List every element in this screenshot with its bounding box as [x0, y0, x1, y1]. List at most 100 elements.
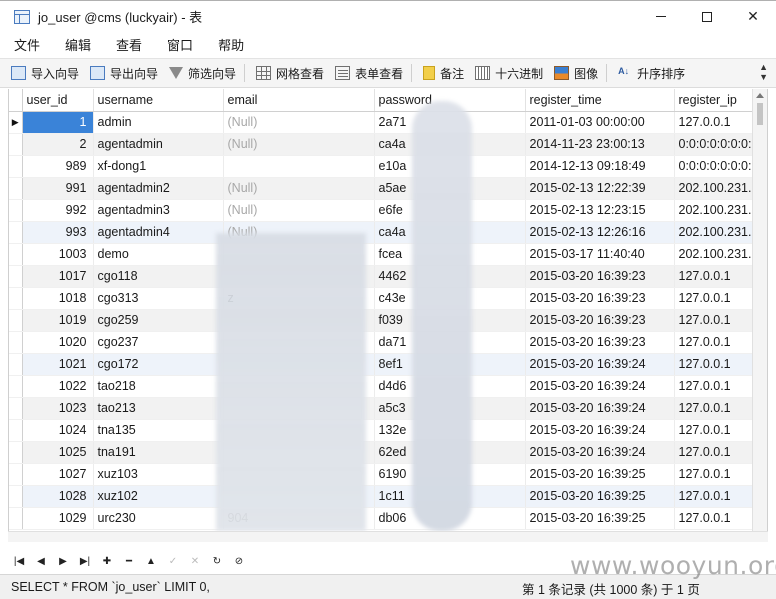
- cell-user-id[interactable]: 1027: [22, 463, 94, 486]
- cell-register-time[interactable]: 2015-03-20 16:39:24: [525, 441, 675, 464]
- cell-user-id[interactable]: 1018: [22, 287, 94, 310]
- cell-user-id[interactable]: 992: [22, 199, 94, 222]
- cell-register-time[interactable]: 2015-03-20 16:39:25: [525, 507, 675, 530]
- table-row[interactable]: 2 agentadmin (Null) ca4a 2014-11-23 23:00:13…: [9, 133, 767, 156]
- table-row[interactable]: 1021 cgo172 8ef1 2015-03-20 16:39:24 127.0.0…: [9, 353, 767, 376]
- row-indicator[interactable]: [9, 243, 23, 266]
- apply-changes-icon[interactable]: ✓: [162, 552, 184, 570]
- cell-register-time[interactable]: 2015-03-20 16:39:23: [525, 287, 675, 310]
- cell-register-time[interactable]: 2015-03-20 16:39:25: [525, 463, 675, 486]
- cell-register-time[interactable]: 2015-03-20 16:39:24: [525, 375, 675, 398]
- vertical-scrollbar[interactable]: [752, 89, 767, 531]
- column-header-user-id[interactable]: user_id: [22, 89, 94, 112]
- cell-username[interactable]: tna191: [93, 441, 224, 464]
- cell-email[interactable]: (Null): [223, 111, 375, 134]
- refresh-icon[interactable]: ↻: [206, 552, 228, 570]
- cell-username[interactable]: tna135: [93, 419, 224, 442]
- column-header-register-time[interactable]: register_time: [525, 89, 675, 112]
- cell-username[interactable]: tao218: [93, 375, 224, 398]
- toolbar-overflow-icon[interactable]: ▲ ▼: [759, 62, 768, 82]
- menu-file[interactable]: 文件: [14, 33, 51, 56]
- cell-username[interactable]: cgo259: [93, 309, 224, 332]
- cell-user-id[interactable]: 1017: [22, 265, 94, 288]
- table-row[interactable]: 1022 tao218 d4d6 2015-03-20 16:39:24 127.0.0…: [9, 375, 767, 398]
- row-indicator[interactable]: [9, 353, 23, 376]
- cell-register-time[interactable]: 2015-02-13 12:26:16: [525, 221, 675, 244]
- sort-ascending-button[interactable]: A↓ 升序排序: [618, 62, 685, 84]
- cell-user-id[interactable]: 2: [22, 133, 94, 156]
- row-indicator[interactable]: [9, 331, 23, 354]
- table-row[interactable]: 1029urc230904db062015-03-20 16:39:25127.…: [9, 507, 767, 530]
- cell-user-id[interactable]: 1029: [22, 507, 94, 530]
- cell-username[interactable]: xf-dong1: [93, 155, 224, 178]
- cell-register-time[interactable]: 2015-02-13 12:23:15: [525, 199, 675, 222]
- cell-username[interactable]: cgo172: [93, 353, 224, 376]
- row-indicator[interactable]: [9, 485, 23, 508]
- form-view-button[interactable]: 表单查看: [335, 62, 403, 84]
- table-row[interactable]: 1025 tna191 62ed 2015-03-20 16:39:24 127.0.0…: [9, 441, 767, 464]
- cell-register-time[interactable]: 2015-02-13 12:22:39: [525, 177, 675, 200]
- cell-email[interactable]: (Null): [223, 199, 375, 222]
- cell-username[interactable]: admin: [93, 111, 224, 134]
- row-indicator[interactable]: ▶: [9, 111, 23, 134]
- menu-edit[interactable]: 编辑: [65, 33, 102, 56]
- cell-user-id[interactable]: 1021: [22, 353, 94, 376]
- export-wizard-button[interactable]: 导出向导: [90, 62, 158, 84]
- cell-register-time[interactable]: 2011-01-03 00:00:00: [525, 111, 675, 134]
- cell-user-id[interactable]: 989: [22, 155, 94, 178]
- cell-username[interactable]: tao213: [93, 397, 224, 420]
- import-wizard-button[interactable]: 导入向导: [11, 62, 79, 84]
- table-row[interactable]: 991 agentadmin2 (Null) a5ae 2015-02-13 12:22…: [9, 177, 767, 200]
- row-indicator[interactable]: [9, 419, 23, 442]
- table-row[interactable]: 989 xf-dong1 e10a 2014-12-13 09:18:49 0:0:0:…: [9, 155, 767, 178]
- next-record-icon[interactable]: ▶: [52, 552, 74, 570]
- cell-register-time[interactable]: 2015-03-20 16:39:23: [525, 309, 675, 332]
- table-row[interactable]: 1003 demo fcea 2015-03-17 11:40:40 202.100.2…: [9, 243, 767, 266]
- cell-register-time[interactable]: 2014-12-13 09:18:49: [525, 155, 675, 178]
- table-row[interactable]: 1020 cgo237 da71 2015-03-20 16:39:23 127.0.0…: [9, 331, 767, 354]
- column-header-username[interactable]: username: [93, 89, 224, 112]
- cell-email[interactable]: (Null): [223, 133, 375, 156]
- row-indicator[interactable]: [9, 463, 23, 486]
- cell-register-time[interactable]: 2015-03-17 11:40:40: [525, 243, 675, 266]
- cell-user-id[interactable]: 1020: [22, 331, 94, 354]
- cell-user-id[interactable]: 1019: [22, 309, 94, 332]
- scroll-up-icon[interactable]: [756, 93, 764, 98]
- cell-username[interactable]: agentadmin4: [93, 221, 224, 244]
- scrollbar-thumb[interactable]: [757, 103, 763, 125]
- row-indicator[interactable]: [9, 441, 23, 464]
- cell-user-id[interactable]: 993: [22, 221, 94, 244]
- cell-user-id[interactable]: 1003: [22, 243, 94, 266]
- cell-user-id[interactable]: 991: [22, 177, 94, 200]
- cell-username[interactable]: xuz103: [93, 463, 224, 486]
- table-row[interactable]: 1028 xuz102 1c11 2015-03-20 16:39:25 127.0.0…: [9, 485, 767, 508]
- cell-username[interactable]: demo: [93, 243, 224, 266]
- hex-button[interactable]: 十六进制: [475, 62, 543, 84]
- menu-help[interactable]: 帮助: [218, 33, 255, 56]
- memo-button[interactable]: 备注: [423, 62, 464, 84]
- row-indicator[interactable]: [9, 309, 23, 332]
- cell-user-id[interactable]: 1028: [22, 485, 94, 508]
- delete-record-icon[interactable]: ━: [118, 552, 140, 570]
- table-row[interactable]: 1017 cgo118 4462 2015-03-20 16:39:23 127.0.0…: [9, 265, 767, 288]
- column-header-email[interactable]: email: [223, 89, 375, 112]
- grid-view-button[interactable]: 网格查看: [256, 62, 324, 84]
- cell-register-time[interactable]: 2015-03-20 16:39:23: [525, 331, 675, 354]
- cell-user-id[interactable]: 1022: [22, 375, 94, 398]
- row-indicator[interactable]: [9, 265, 23, 288]
- cell-register-time[interactable]: 2015-03-20 16:39:24: [525, 353, 675, 376]
- cell-username[interactable]: cgo237: [93, 331, 224, 354]
- horizontal-scrollbar[interactable]: [8, 531, 768, 542]
- cell-register-time[interactable]: 2015-03-20 16:39:25: [525, 485, 675, 508]
- cell-user-id[interactable]: 1024: [22, 419, 94, 442]
- menu-window[interactable]: 窗口: [167, 33, 204, 56]
- first-record-icon[interactable]: |◀: [8, 552, 30, 570]
- row-indicator[interactable]: [9, 177, 23, 200]
- last-record-icon[interactable]: ▶|: [74, 552, 96, 570]
- cell-register-time[interactable]: 2015-03-20 16:39:24: [525, 419, 675, 442]
- discard-changes-icon[interactable]: ✕: [184, 552, 206, 570]
- minimize-button[interactable]: [638, 1, 684, 32]
- cell-register-time[interactable]: 2015-03-20 16:39:23: [525, 265, 675, 288]
- table-row[interactable]: 992 agentadmin3 (Null) e6fe 2015-02-13 12:23…: [9, 199, 767, 222]
- table-row[interactable]: 1024 tna135 132e 2015-03-20 16:39:24 127.0.0…: [9, 419, 767, 442]
